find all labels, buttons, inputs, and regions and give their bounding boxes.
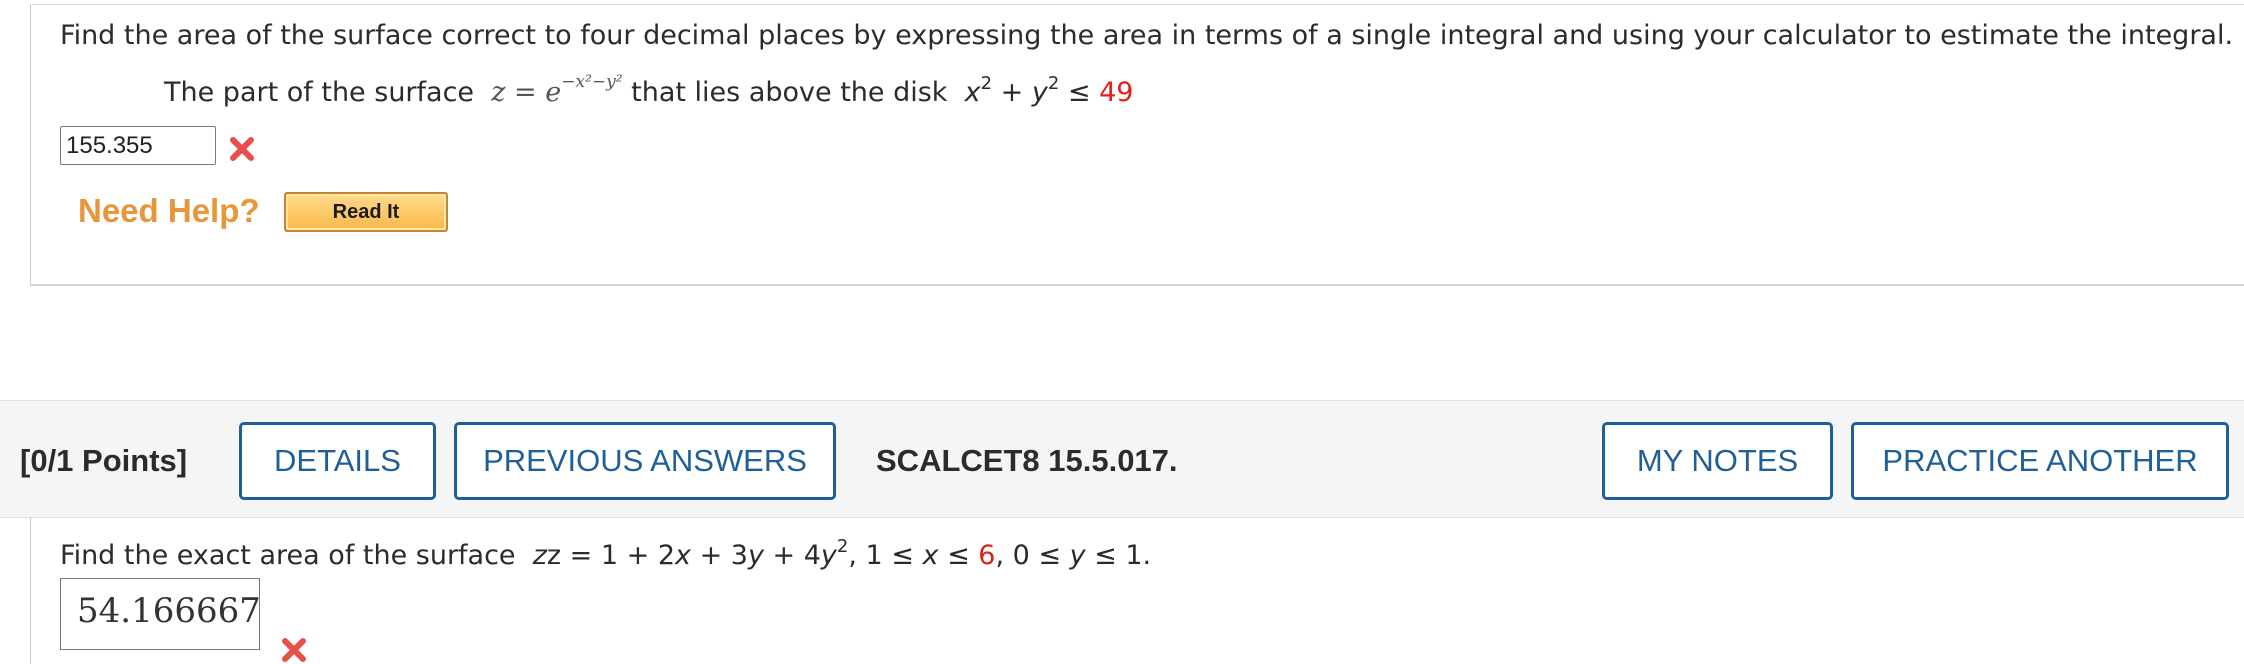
webassign-page: Find the area of the surface correct to … <box>0 0 2244 664</box>
range-x: x <box>922 540 939 571</box>
disk-x: x <box>964 77 981 108</box>
disk-y-exponent: 2 <box>1047 73 1060 94</box>
x-upper-bound: 6 <box>978 540 996 571</box>
eq-z: z <box>532 540 547 571</box>
range-y: y <box>1069 540 1086 571</box>
points-score: [0/1 Points] <box>20 443 188 478</box>
problem-middle: that lies above the disk <box>631 77 948 108</box>
eq-y2: y <box>820 540 837 571</box>
previous-answers-button[interactable]: PREVIOUS ANSWERS <box>454 422 836 500</box>
disk-plus: + <box>1000 77 1024 108</box>
incorrect-icon <box>280 636 308 664</box>
range-x-start: , 1 ≤ <box>848 540 923 571</box>
question-1-answer-input[interactable]: 155.355 <box>60 126 216 165</box>
surface-equation: z = e−x²−y² <box>491 72 623 108</box>
disk-leq: ≤ <box>1067 77 1091 108</box>
read-it-button[interactable]: Read It <box>284 192 448 232</box>
range-y-start: , 0 ≤ <box>995 540 1070 571</box>
eq-x: x <box>675 540 691 571</box>
range-y-end: ≤ 1. <box>1085 540 1152 571</box>
question-1-instruction: Find the area of the surface correct to … <box>60 20 2234 51</box>
need-help-label: Need Help? <box>78 192 260 229</box>
range-x-mid: ≤ <box>938 540 979 571</box>
surface-exponent: −x²−y² <box>561 72 623 92</box>
eq-plus4: + 4 <box>763 540 821 571</box>
eq-y: y <box>747 540 764 571</box>
eq-plus3: + 3 <box>691 540 748 571</box>
eq-exponent: 2 <box>836 536 849 557</box>
disk-y: y <box>1031 77 1048 108</box>
practice-another-button[interactable]: PRACTICE ANOTHER <box>1851 422 2229 500</box>
question-2-header: [0/1 Points] DETAILS PREVIOUS ANSWERS SC… <box>0 400 2244 518</box>
disk-radius-value: 49 <box>1099 77 1134 108</box>
course-code: SCALCET8 15.5.017. <box>876 443 1178 478</box>
question-2-problem: Find the exact area of the surface zz = … <box>60 536 1151 571</box>
problem-prefix: Find the exact area of the surface <box>60 540 516 571</box>
details-button[interactable]: DETAILS <box>239 422 436 500</box>
disk-x-exponent: 2 <box>980 73 993 94</box>
incorrect-icon <box>228 135 256 163</box>
problem-prefix: The part of the surface <box>164 77 475 108</box>
question-2-answer-input[interactable]: 54.166667 <box>60 578 261 650</box>
question-1-problem: The part of the surface z = e−x²−y² that… <box>164 72 1133 108</box>
my-notes-button[interactable]: MY NOTES <box>1602 422 1833 500</box>
eq-start: z = 1 + 2 <box>546 540 676 571</box>
